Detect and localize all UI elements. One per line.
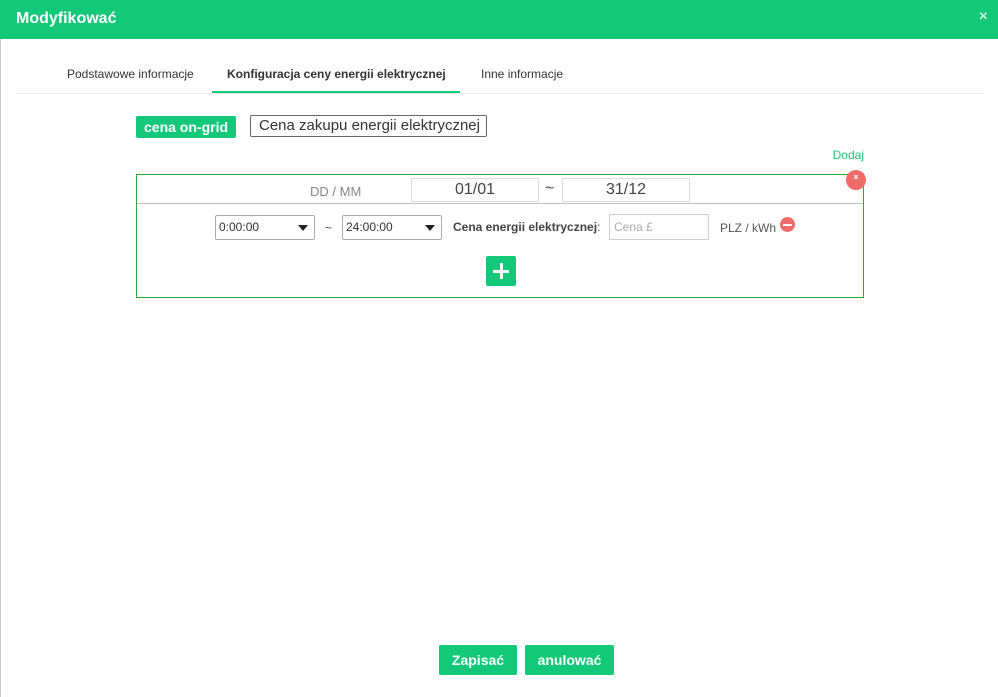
chevron-down-icon [425,225,435,231]
tab-price-config[interactable]: Konfiguracja ceny energii elektrycznej [227,67,446,81]
end-date-input[interactable]: 31/12 [562,178,690,202]
period-card: DD / MM 01/01 ~ 31/12 × 0:00:00 ~ 24:00:… [136,170,866,298]
remove-period-icon[interactable]: × [846,170,866,190]
date-range-separator: ~ [545,180,555,197]
cancel-button[interactable]: anulować [525,645,614,675]
dialog-title: Modyfikować [16,10,117,27]
tab-basic-info[interactable]: Podstawowe informacje [67,67,194,81]
chevron-down-icon [298,225,308,231]
tab-other-info[interactable]: Inne informacje [481,67,563,81]
dialog-header: Modyfikować × [0,0,998,39]
dialog-left-border [0,39,1,697]
start-time-value: 0:00:00 [219,220,260,234]
active-tab-indicator [212,91,460,93]
plus-icon-horizontal [493,269,509,273]
end-time-select[interactable]: 24:00:00 [342,215,442,240]
minus-icon [783,223,792,226]
price-type-purchase-button[interactable]: Cena zakupu energii elektrycznej [250,115,487,137]
tab-bar: Podstawowe informacje Konfiguracja ceny … [16,39,984,94]
price-label-text: Cena energii elektrycznej [453,220,598,234]
remove-row-icon[interactable] [780,217,795,232]
save-button[interactable]: Zapisać [439,645,517,675]
close-icon[interactable]: × [979,8,988,26]
end-time-value: 24:00:00 [346,220,393,234]
start-time-select[interactable]: 0:00:00 [215,215,315,240]
time-range-separator: ~ [325,221,333,235]
price-type-on-grid-button[interactable]: cena on-grid [136,116,237,138]
add-period-link[interactable]: Dodaj [833,148,864,162]
start-date-input[interactable]: 01/01 [411,178,539,202]
price-input[interactable] [609,214,709,240]
date-format-label: DD / MM [310,184,362,199]
price-label-colon: : [597,220,601,234]
price-unit-label: PLZ / kWh [720,221,777,235]
add-time-row-button[interactable] [486,256,516,286]
period-header: DD / MM 01/01 ~ 31/12 [137,175,863,204]
price-label: Cena energii elektrycznej: [453,220,600,234]
